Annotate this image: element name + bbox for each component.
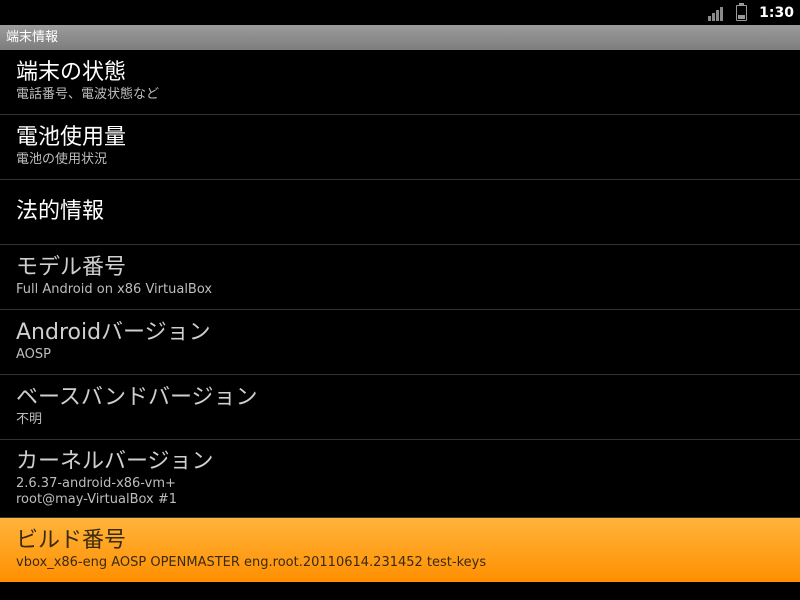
pref-summary-line-1: 2.6.37-android-x86-vm+ bbox=[16, 476, 176, 491]
pref-item-kernel-version: カーネルバージョン 2.6.37-android-x86-vm+ root@ma… bbox=[0, 440, 800, 518]
pref-summary: 電池の使用状況 bbox=[16, 152, 108, 167]
pref-item-battery-use[interactable]: 電池使用量 電池の使用状況 bbox=[0, 115, 800, 180]
android-screen: 1:30 端末情報 端末の状態 電話番号、電波状態など 電池使用量 電池の使用状… bbox=[0, 0, 800, 600]
signal-icon bbox=[708, 5, 724, 21]
pref-item-status[interactable]: 端末の状態 電話番号、電波状態など bbox=[0, 50, 800, 115]
pref-item-baseband-version: ベースバンドバージョン 不明 bbox=[0, 375, 800, 440]
pref-item-legal-info[interactable]: 法的情報 bbox=[0, 180, 800, 245]
pref-item-build-number[interactable]: ビルド番号 vbox_x86-eng AOSP OPENMASTER eng.r… bbox=[0, 518, 800, 582]
status-time: 1:30 bbox=[759, 4, 794, 21]
pref-summary: 不明 bbox=[16, 412, 43, 427]
pref-item-android-version: Androidバージョン AOSP bbox=[0, 310, 800, 375]
pref-title: Androidバージョン bbox=[16, 320, 211, 345]
pref-summary: AOSP bbox=[16, 347, 51, 362]
pref-summary: vbox_x86-eng AOSP OPENMASTER eng.root.20… bbox=[16, 555, 487, 570]
pref-title: カーネルバージョン bbox=[16, 449, 214, 474]
title-bar: 端末情報 bbox=[0, 25, 800, 50]
pref-title: ビルド番号 bbox=[16, 528, 127, 553]
pref-title: モデル番号 bbox=[16, 255, 127, 280]
pref-title: 電池使用量 bbox=[16, 125, 127, 150]
status-icons: 1:30 bbox=[708, 0, 794, 25]
pref-title: 法的情報 bbox=[16, 199, 105, 224]
pref-title: 端末の状態 bbox=[16, 60, 127, 85]
status-bar: 1:30 bbox=[0, 0, 800, 25]
pref-title: ベースバンドバージョン bbox=[16, 385, 258, 410]
preference-list: 端末の状態 電話番号、電波状態など 電池使用量 電池の使用状況 法的情報 モデル… bbox=[0, 50, 800, 582]
pref-summary: 電話番号、電波状態など bbox=[16, 87, 160, 102]
pref-summary-line-2: root@may-VirtualBox #1 bbox=[16, 492, 178, 507]
battery-icon bbox=[736, 2, 748, 21]
pref-summary: Full Android on x86 VirtualBox bbox=[16, 282, 213, 297]
pref-item-model-number: モデル番号 Full Android on x86 VirtualBox bbox=[0, 245, 800, 310]
page-title: 端末情報 bbox=[6, 30, 59, 45]
